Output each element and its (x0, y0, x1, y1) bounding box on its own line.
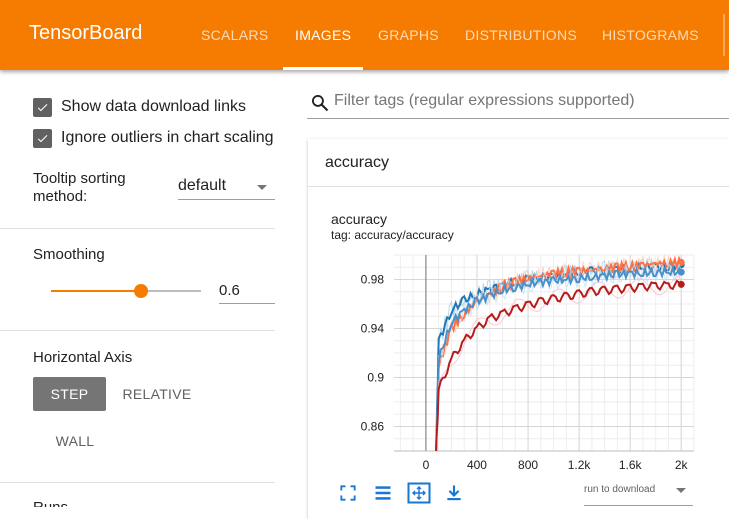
y-tick-label: 0.94 (361, 322, 385, 336)
tab-images[interactable]: IMAGES (295, 27, 351, 43)
tooltip-sorting-select[interactable]: default (178, 174, 275, 200)
download-icon[interactable] (444, 483, 464, 503)
horizontal-axis-label: Horizontal Axis (33, 349, 133, 366)
x-tick-label: 2k (675, 458, 689, 472)
runs-label: Runs (33, 499, 68, 507)
tag-group-card: accuracy accuracy tag: accuracy/accuracy… (308, 139, 729, 519)
smoothing-input[interactable]: 0.6 (219, 280, 275, 304)
series-endpoint (677, 280, 685, 288)
app-title: TensorBoard (29, 22, 143, 44)
fit-domain-icon[interactable] (407, 482, 431, 504)
slider-fill (51, 290, 141, 292)
dropdown-arrow-icon[interactable] (676, 488, 686, 493)
top-app-bar: TensorBoard SCALARS IMAGES GRAPHS DISTRI… (0, 0, 729, 70)
tab-graphs[interactable]: GRAPHS (378, 27, 439, 43)
active-tab-indicator (283, 67, 363, 70)
series-line (435, 259, 683, 452)
accuracy-chart[interactable]: 0 400 800 1.2k 1.6k 2k 0.86 0.9 0.94 0.98 (308, 239, 708, 479)
checkbox-checked-icon[interactable] (33, 128, 52, 148)
card-header[interactable]: accuracy (308, 139, 729, 187)
section-divider (0, 228, 275, 229)
run-to-download-select[interactable]: run to download (584, 484, 655, 495)
show-download-links-checkbox[interactable]: Show data download links (33, 97, 246, 117)
axis-step-button[interactable]: STEP (33, 377, 106, 411)
checkbox-label: Ignore outliers in chart scaling (61, 129, 274, 146)
x-tick-label: 800 (518, 458, 538, 472)
x-tick-label: 400 (467, 458, 487, 472)
chart-title: accuracy (331, 211, 388, 227)
smoothing-label: Smoothing (33, 246, 105, 263)
search-icon (312, 95, 329, 112)
y-tick-label: 0.9 (367, 371, 384, 385)
select-value: default (178, 177, 227, 194)
x-tick-label: 1.6k (619, 458, 643, 472)
list-icon[interactable] (373, 483, 393, 503)
ignore-outliers-checkbox[interactable]: Ignore outliers in chart scaling (33, 128, 274, 148)
search-underline (307, 118, 729, 119)
axis-wall-button[interactable]: WALL (46, 424, 104, 458)
run-select-underline (584, 505, 693, 506)
y-tick-label: 0.98 (361, 273, 385, 287)
smoothing-slider[interactable] (51, 284, 201, 298)
card-title: accuracy (325, 154, 390, 171)
tab-histograms[interactable]: HISTOGRAMS (602, 27, 699, 43)
section-divider (0, 330, 275, 331)
tooltip-sorting-label: Tooltip sorting method: (33, 170, 126, 205)
section-divider (0, 482, 275, 483)
sidebar: Show data download links Ignore outliers… (0, 70, 275, 507)
y-tick-label: 0.86 (361, 420, 385, 434)
tab-scalars[interactable]: SCALARS (201, 27, 268, 43)
tab-distributions[interactable]: DISTRIBUTIONS (465, 27, 577, 43)
fullscreen-icon[interactable] (338, 483, 358, 503)
tag-filter-input[interactable]: Filter tags (regular expressions support… (334, 92, 635, 110)
series-endpoint (677, 268, 685, 276)
topbar-divider (723, 14, 725, 56)
x-tick-label: 1.2k (568, 458, 592, 472)
x-tick-label: 0 (423, 458, 430, 472)
checkbox-label: Show data download links (61, 98, 247, 115)
dropdown-arrow-icon[interactable] (257, 185, 267, 190)
axis-relative-button[interactable]: RELATIVE (116, 377, 198, 411)
checkbox-checked-icon[interactable] (33, 97, 52, 117)
slider-knob[interactable] (134, 284, 148, 298)
